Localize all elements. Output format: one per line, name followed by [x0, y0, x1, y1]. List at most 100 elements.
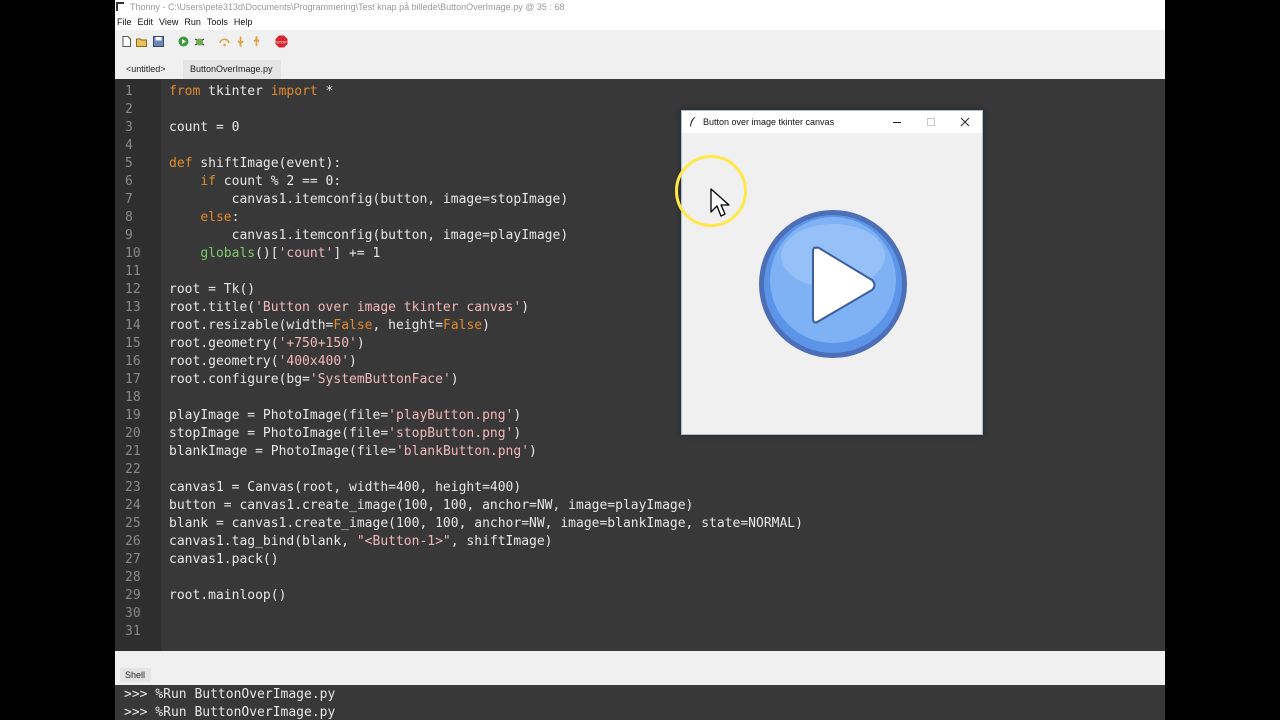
code-line: playImage = PhotoImage(file='playButton.…: [169, 407, 521, 425]
editor-tabs: <untitled> ButtonOverImage.py: [115, 60, 1165, 79]
code-line: button = canvas1.create_image(100, 100, …: [169, 497, 693, 515]
thonny-window: Thonny - C:\Users\pete313d\Documents\Pro…: [115, 0, 1165, 720]
line-number-gutter: 1 2 3 4 5 6 7 8 9 10 11 12 13 14 15 16 17 18 19 20 21 22 23 24 2…: [115, 79, 161, 651]
code-token: "<Button-1>": [356, 534, 451, 549]
new-file-icon[interactable]: [121, 36, 132, 47]
line-number: 19: [125, 408, 141, 423]
code-token: count = 0: [169, 120, 240, 135]
mouse-cursor-icon: [710, 188, 730, 217]
code-token: canvas1.itemconfig(button, image=playIma…: [169, 228, 569, 243]
code-line: root.title('Button over image tkinter ca…: [169, 299, 529, 317]
line-number: 15: [125, 336, 141, 351]
code-token: 'stopButton.png': [388, 426, 514, 441]
line-number: 25: [125, 516, 141, 531]
line-number: 14: [125, 318, 141, 333]
tab-buttonoverimage[interactable]: ButtonOverImage.py: [183, 60, 281, 79]
close-icon[interactable]: [948, 111, 982, 133]
code-token: globals: [200, 246, 256, 261]
code-token: root.resizable(width=: [169, 318, 334, 333]
open-file-icon[interactable]: [136, 36, 147, 47]
code-line: canvas1 = Canvas(root, width=400, height…: [169, 479, 521, 497]
code-token: if: [200, 174, 216, 189]
code-token: ): [513, 426, 522, 441]
menu-edit[interactable]: Edit: [135, 14, 157, 30]
save-icon[interactable]: [153, 36, 164, 47]
code-line: def shiftImage(event):: [169, 155, 341, 173]
line-number: 13: [125, 300, 141, 315]
code-token: False: [333, 318, 373, 333]
line-number: 20: [125, 426, 141, 441]
code-token: canvas1.pack(): [169, 552, 279, 567]
code-token: def: [169, 156, 193, 171]
menu-bar: File Edit View Run Tools Help: [115, 14, 1165, 30]
code-token: False: [442, 318, 483, 333]
menu-view[interactable]: View: [156, 14, 181, 30]
code-editor[interactable]: 1 2 3 4 5 6 7 8 9 10 11 12 13 14 15 16 17 18 19 20 21 22 23 24 2…: [115, 79, 1165, 651]
code-token: root.geometry(: [169, 354, 279, 369]
line-number: 26: [125, 534, 141, 549]
code-token: 'Button over image tkinter canvas': [255, 300, 522, 315]
line-number: 12: [125, 282, 141, 297]
code-token: '+750+150': [278, 336, 357, 351]
svg-text:STOP: STOP: [276, 39, 287, 44]
line-number: 1: [125, 84, 133, 99]
code-token: ): [349, 354, 357, 369]
code-token: import: [270, 84, 318, 99]
step-out-icon[interactable]: [251, 36, 262, 47]
code-token: ): [521, 300, 530, 315]
code-token: 'blankButton.png': [395, 444, 530, 459]
debug-icon[interactable]: [194, 36, 205, 47]
code-line: else:: [169, 209, 239, 227]
shell-tab[interactable]: Shell: [120, 668, 152, 682]
code-token: root.geometry(: [169, 336, 279, 351]
code-token: 'SystemButtonFace': [309, 372, 451, 387]
code-token: blankImage = PhotoImage(file=: [169, 444, 396, 459]
toolbar: STOP: [115, 31, 1165, 53]
code-token: :: [231, 210, 240, 225]
code-token: ()[: [255, 246, 279, 261]
minimize-icon[interactable]: [880, 111, 914, 133]
menu-file[interactable]: File: [115, 14, 135, 30]
menu-run[interactable]: Run: [181, 14, 204, 30]
code-line: from tkinter import *: [169, 83, 333, 101]
code-line: canvas1.itemconfig(button, image=playIma…: [169, 227, 569, 245]
shell-tab-bar: Shell: [115, 664, 1165, 685]
code-token: ] += 1: [333, 246, 381, 261]
line-number: 9: [125, 228, 133, 243]
code-line: root.configure(bg='SystemButtonFace'): [169, 371, 459, 389]
run-icon[interactable]: [178, 36, 189, 47]
code-line: root = Tk(): [169, 281, 255, 299]
code-token: *: [317, 84, 334, 99]
stop-icon[interactable]: STOP: [275, 35, 288, 48]
line-number: 7: [125, 192, 133, 207]
code-token: blank = canvas1.create_image(100, 100, a…: [169, 516, 803, 531]
step-over-icon[interactable]: [219, 36, 230, 47]
line-number: 5: [125, 156, 133, 171]
line-number: 10: [125, 246, 141, 261]
code-token: ): [356, 336, 365, 351]
line-number: 21: [125, 444, 141, 459]
line-number: 3: [125, 120, 133, 135]
line-number: 24: [125, 498, 141, 513]
code-line: root.geometry('+750+150'): [169, 335, 365, 353]
shell-console[interactable]: >>> %Run ButtonOverImage.py >>> %Run But…: [115, 685, 1165, 720]
menu-tools[interactable]: Tools: [204, 14, 231, 30]
tk-title-bar[interactable]: Button over image tkinter canvas: [682, 111, 982, 133]
code-token: from: [169, 84, 201, 99]
play-button[interactable]: [757, 208, 909, 360]
code-line: if count % 2 == 0:: [169, 173, 341, 191]
code-token: canvas1 = Canvas(root, width=400, height…: [169, 480, 522, 495]
line-number: 27: [125, 552, 141, 567]
line-number: 28: [125, 570, 141, 585]
tab-untitled[interactable]: <untitled>: [119, 60, 173, 79]
code-token: stopImage = PhotoImage(file=: [169, 426, 389, 441]
shell-line: >>> %Run ButtonOverImage.py: [124, 687, 336, 702]
code-token: 'count': [278, 246, 334, 261]
code-token: else: [200, 210, 232, 225]
line-number: 6: [125, 174, 133, 189]
code-token: shiftImage(event):: [192, 156, 342, 171]
code-line: globals()['count'] += 1: [169, 245, 380, 263]
step-into-icon[interactable]: [235, 36, 246, 47]
line-number: 8: [125, 210, 133, 225]
menu-help[interactable]: Help: [231, 14, 256, 30]
